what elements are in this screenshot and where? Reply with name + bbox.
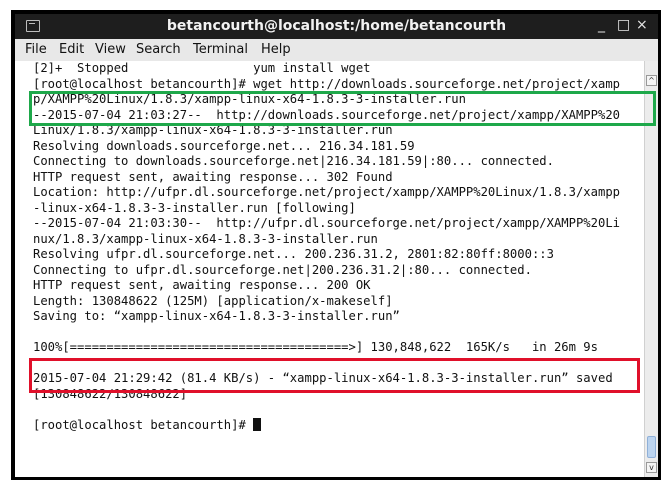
scroll-up-icon[interactable]: ^ <box>646 75 657 86</box>
menu-bar: File Edit View Search Terminal Help <box>15 39 658 61</box>
terminal-line: HTTP request sent, awaiting response... … <box>33 169 393 184</box>
terminal-line: Connecting to downloads.sourceforge.net|… <box>33 154 554 168</box>
menu-edit[interactable]: Edit <box>59 42 84 57</box>
terminal-line: --2015-07-04 21:03:30-- http://ufpr.dl.s… <box>33 216 620 230</box>
terminal-line: 100%[===================================… <box>33 340 598 354</box>
terminal-line: Length: 130848622 (125M) [application/x-… <box>33 293 393 308</box>
terminal-line: -linux-x64-1.8.3-3-installer.run [follow… <box>33 200 356 215</box>
scrollbar-thumb[interactable] <box>647 436 656 458</box>
terminal-line: HTTP request sent, awaiting response... … <box>33 278 371 292</box>
menu-file[interactable]: File <box>25 42 47 57</box>
terminal-line: [2]+ Stopped yum install wget <box>33 61 371 75</box>
terminal-prompt-line[interactable]: [root@localhost betancourth]# <box>33 417 644 434</box>
terminal-line: Connecting to ufpr.dl.sourceforge.net|20… <box>33 262 532 277</box>
terminal-line: Resolving ufpr.dl.sourceforge.net... 200… <box>33 247 554 261</box>
terminal-line: Resolving downloads.sourceforge.net... 2… <box>33 138 415 153</box>
minimize-icon[interactable]: _ <box>598 17 605 33</box>
maximize-icon[interactable]: □ <box>617 17 630 33</box>
terminal-line: Saving to: “xampp-linux-x64-1.8.3-3-inst… <box>33 309 400 323</box>
scroll-down-icon[interactable]: v <box>646 462 657 473</box>
terminal-window: betancourth@localhost:/home/betancourth … <box>11 10 661 480</box>
text-cursor <box>253 417 262 431</box>
terminal-line: [root@localhost betancourth]# wget http:… <box>33 76 620 91</box>
terminal-line: nux/1.8.3/xampp-linux-x64-1.8.3-3-instal… <box>33 231 378 246</box>
highlight-download-progress <box>29 358 640 393</box>
terminal-line: Location: http://ufpr.dl.sourceforge.net… <box>33 185 620 199</box>
highlight-wget-command <box>29 91 656 126</box>
title-bar[interactable]: betancourth@localhost:/home/betancourth … <box>15 14 658 39</box>
window-title: betancourth@localhost:/home/betancourth <box>166 18 507 34</box>
menu-search[interactable]: Search <box>136 42 181 57</box>
menu-terminal[interactable]: Terminal <box>193 42 248 57</box>
close-icon[interactable]: × <box>636 17 648 33</box>
menu-help[interactable]: Help <box>261 42 291 57</box>
shell-prompt: [root@localhost betancourth]# <box>33 417 254 432</box>
menu-view[interactable]: View <box>95 42 126 57</box>
